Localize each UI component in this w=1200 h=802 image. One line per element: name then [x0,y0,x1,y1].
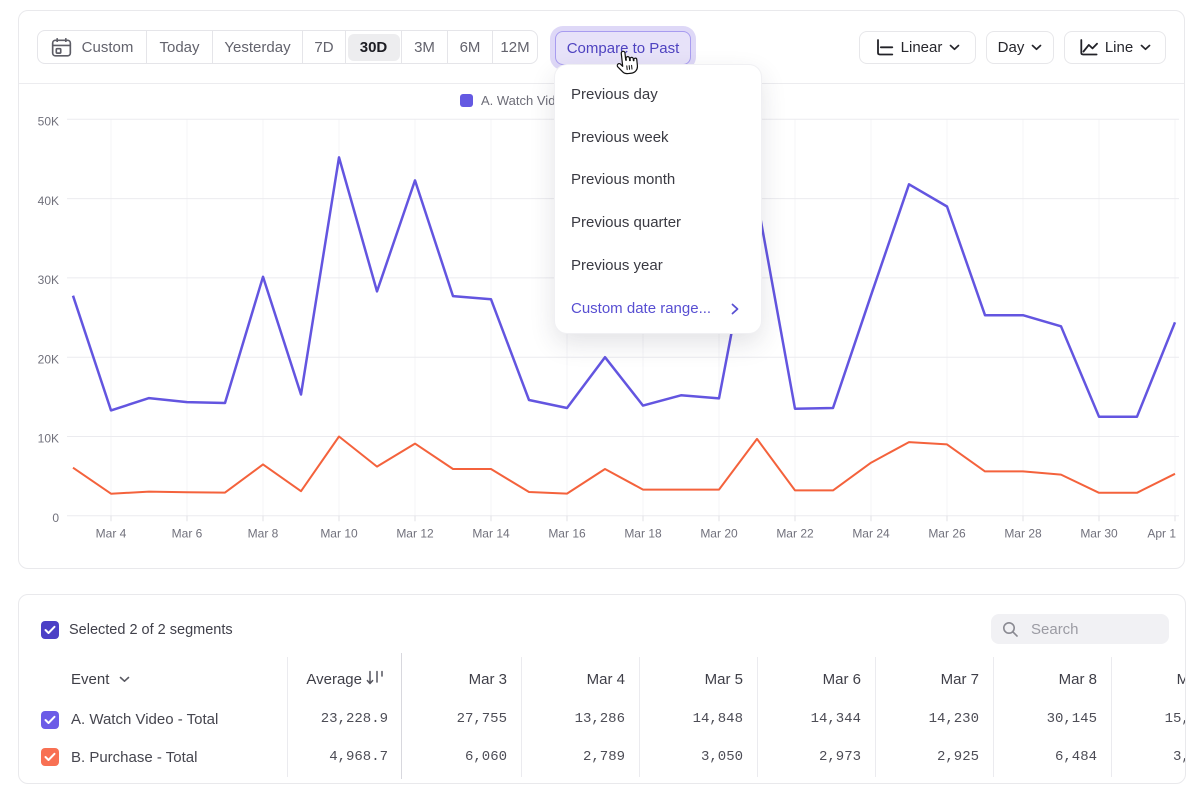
svg-text:50K: 50K [38,115,59,129]
svg-text:Mar 20: Mar 20 [700,527,738,541]
svg-text:Mar 22: Mar 22 [776,527,814,541]
svg-text:Mar 24: Mar 24 [852,527,890,541]
svg-text:40K: 40K [38,194,59,208]
svg-text:Mar 4: Mar 4 [96,527,127,541]
svg-text:Mar 16: Mar 16 [548,527,586,541]
svg-text:Apr 1: Apr 1 [1147,527,1176,541]
svg-text:Mar 14: Mar 14 [472,527,510,541]
svg-text:Mar 26: Mar 26 [928,527,966,541]
svg-text:30K: 30K [38,273,59,287]
svg-text:Mar 18: Mar 18 [624,527,662,541]
svg-text:Mar 6: Mar 6 [172,527,203,541]
svg-text:Mar 12: Mar 12 [396,527,434,541]
svg-text:Mar 8: Mar 8 [248,527,279,541]
svg-text:Mar 10: Mar 10 [320,527,358,541]
svg-text:Mar 28: Mar 28 [1004,527,1042,541]
svg-text:20K: 20K [38,352,59,366]
svg-text:0: 0 [52,511,59,525]
svg-text:10K: 10K [38,432,59,446]
svg-text:Mar 30: Mar 30 [1080,527,1118,541]
